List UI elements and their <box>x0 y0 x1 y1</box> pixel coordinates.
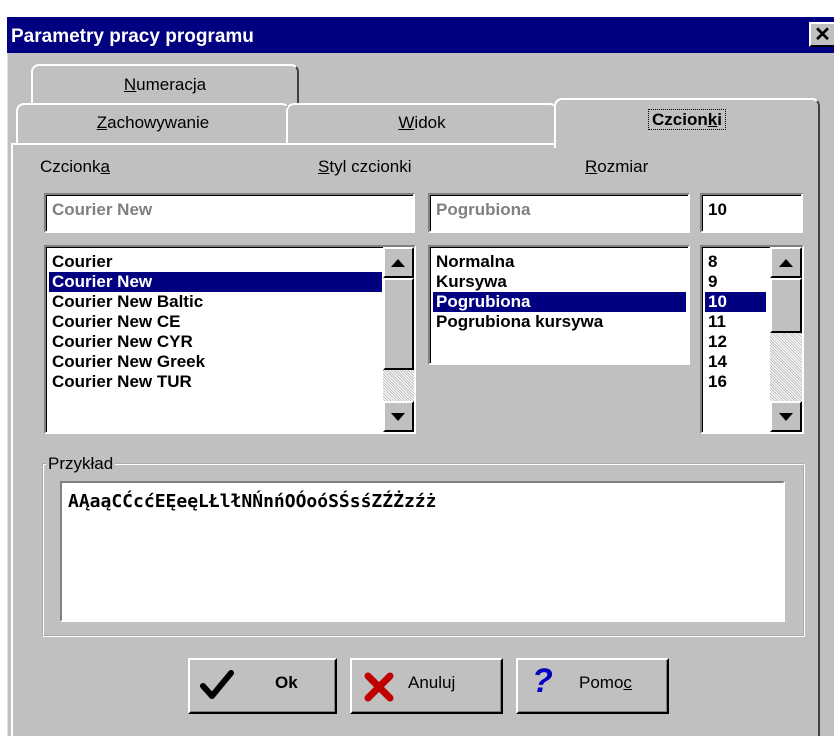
scroll-down-button[interactable] <box>770 401 802 432</box>
font-name-field[interactable]: Courier New <box>44 193 415 233</box>
checkmark-icon <box>200 670 234 706</box>
sample-text: AĄaąCĆcćEĘeęLŁlłNŃnńOÓoóSŚsśZŹŻzźż <box>68 491 437 512</box>
size-label: Rozmiar <box>585 157 649 176</box>
tab-widok[interactable]: Widok <box>286 103 558 143</box>
tab-label: Czcionki <box>648 109 726 130</box>
list-item[interactable]: Kursywa <box>433 272 686 292</box>
list-item[interactable]: Courier <box>49 252 382 272</box>
red-x-icon <box>364 672 394 708</box>
list-item[interactable]: Courier New TUR <box>49 372 382 392</box>
list-item[interactable]: 10 <box>705 292 766 312</box>
sample-preview: AĄaąCĆcćEĘeęLŁlłNŃnńOÓoóSŚsśZŹŻzźż <box>60 481 785 622</box>
font-listbox[interactable]: Courier Courier New Courier New Baltic Cour… <box>44 245 416 434</box>
list-item[interactable]: Courier New CE <box>49 312 382 332</box>
font-style-field[interactable]: Pogrubiona <box>428 193 690 233</box>
tab-zachowywanie[interactable]: Zachowywanie <box>16 103 290 143</box>
arrow-down-icon <box>779 413 793 421</box>
window-title: Parametry pracy programu <box>11 26 254 47</box>
tab-numeracja[interactable]: Numeracja <box>31 64 299 104</box>
help-button-label: Pomoc <box>579 673 632 692</box>
ok-button-label: Ok <box>275 673 298 692</box>
tab-label: Widok <box>398 113 446 132</box>
arrow-down-icon <box>391 413 405 421</box>
sample-label: Przykład <box>46 454 116 474</box>
scroll-up-button[interactable] <box>383 247 414 278</box>
arrow-up-icon <box>779 259 793 267</box>
help-button[interactable]: ? Pomoc <box>516 658 669 714</box>
scroll-up-button[interactable] <box>770 247 802 278</box>
tab-czcionki[interactable]: Czcionki <box>554 98 820 148</box>
ok-button[interactable]: Ok <box>188 658 337 714</box>
list-item[interactable]: 12 <box>705 332 766 352</box>
cancel-button[interactable]: Anuluj <box>350 658 503 714</box>
close-icon: ✕ <box>814 24 831 46</box>
font-label: Czcionka <box>40 157 110 176</box>
list-item[interactable]: Pogrubiona <box>433 292 686 312</box>
font-size-field[interactable]: 10 <box>700 193 803 233</box>
style-label: Styl czcionki <box>318 157 412 176</box>
list-item[interactable]: 11 <box>705 312 766 332</box>
question-mark-icon: ? <box>532 662 553 700</box>
close-button[interactable]: ✕ <box>809 22 834 47</box>
cancel-button-label: Anuluj <box>408 673 456 692</box>
tab-label: Zachowywanie <box>96 113 210 132</box>
list-item[interactable]: Courier New Greek <box>49 352 382 372</box>
list-item[interactable]: Courier New CYR <box>49 332 382 352</box>
scroll-down-button[interactable] <box>383 401 414 432</box>
font-size-listbox[interactable]: 8 9 10 11 12 14 16 <box>700 245 804 434</box>
scroll-thumb[interactable] <box>770 278 802 333</box>
list-item[interactable]: Courier New Baltic <box>49 292 382 312</box>
list-item[interactable]: Pogrubiona kursywa <box>433 312 686 332</box>
scroll-thumb[interactable] <box>383 278 414 370</box>
tab-label: Numeracja <box>123 75 207 94</box>
list-item[interactable]: Courier New <box>49 272 382 292</box>
list-item[interactable]: 9 <box>705 272 766 292</box>
font-style-listbox[interactable]: Normalna Kursywa Pogrubiona Pogrubiona kurs… <box>428 245 690 365</box>
arrow-up-icon <box>391 259 405 267</box>
list-item[interactable]: 8 <box>705 252 766 272</box>
list-item[interactable]: 16 <box>705 372 766 392</box>
list-item[interactable]: Normalna <box>433 252 686 272</box>
list-item[interactable]: 14 <box>705 352 766 372</box>
